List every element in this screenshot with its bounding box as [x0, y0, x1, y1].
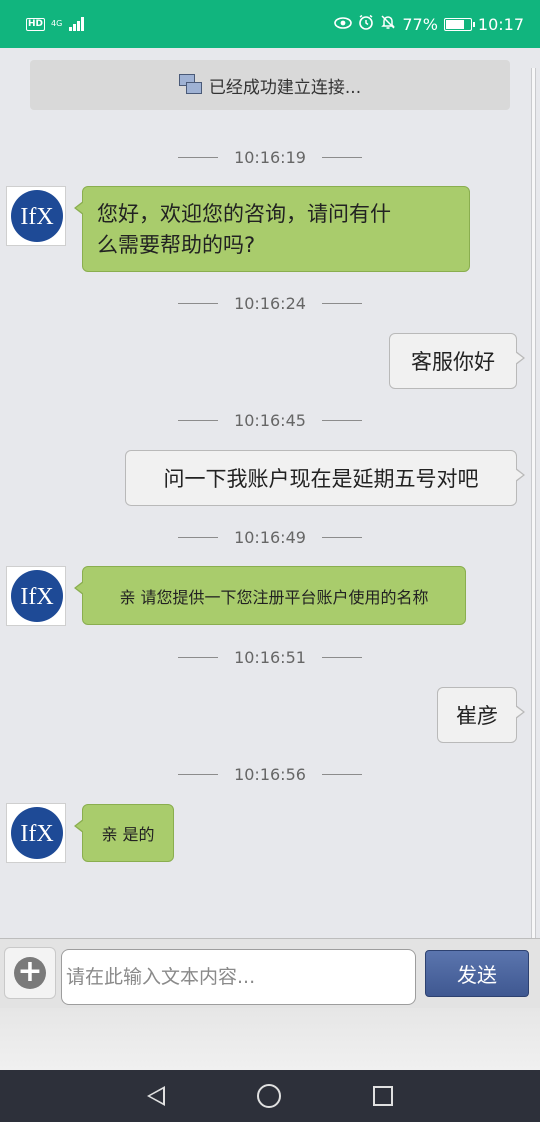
message-text: 崔彦 — [456, 704, 498, 728]
back-icon[interactable] — [147, 1086, 165, 1106]
message-timestamp: 10:16:24 — [0, 294, 540, 313]
battery-icon — [443, 17, 475, 31]
message-timestamp: 10:16:49 — [0, 528, 540, 547]
home-icon[interactable] — [257, 1084, 281, 1108]
keyboard-area — [0, 1008, 540, 1070]
connection-banner: 已经成功建立连接... — [30, 60, 510, 110]
agent-message-bubble[interactable]: 您好，欢迎您的咨询，请问有什 么需要帮助的吗? — [74, 186, 470, 272]
message-line: 么需要帮助的吗? — [97, 233, 256, 257]
user-message-bubble[interactable]: 问一下我账户现在是延期五号对吧 — [125, 450, 525, 506]
chat-area[interactable]: 已经成功建立连接... 10:16:19 IfX 您好，欢迎您的咨询，请问有什 … — [0, 48, 540, 938]
send-button[interactable]: 发送 — [425, 950, 529, 997]
status-bar: HD 4G 77% 10:17 — [0, 0, 540, 48]
agent-avatar[interactable]: IfX — [6, 186, 66, 246]
message-timestamp: 10:16:56 — [0, 765, 540, 784]
agent-avatar[interactable]: IfX — [6, 566, 66, 626]
message-timestamp: 10:16:45 — [0, 411, 540, 430]
agent-message-bubble[interactable]: 亲 请您提供一下您注册平台账户使用的名称 — [74, 566, 466, 625]
scrollbar[interactable] — [531, 68, 536, 938]
message-text: 问一下我账户现在是延期五号对吧 — [163, 467, 479, 491]
connection-icon — [178, 74, 203, 96]
connection-text: 已经成功建立连接... — [208, 77, 362, 98]
status-time: 10:17 — [477, 14, 524, 34]
ifx-logo-icon: IfX — [11, 807, 63, 859]
ifx-logo-icon: IfX — [11, 190, 63, 242]
agent-avatar[interactable]: IfX — [6, 803, 66, 863]
alarm-icon — [358, 14, 374, 34]
signal-icon — [69, 17, 85, 31]
message-timestamp: 10:16:51 — [0, 648, 540, 667]
ifx-logo-text: IfX — [20, 204, 53, 230]
message-line: 您好，欢迎您的咨询，请问有什 — [97, 202, 391, 226]
message-input[interactable] — [61, 949, 416, 1005]
user-message-bubble[interactable]: 客服你好 — [389, 333, 525, 389]
add-attachment-button[interactable]: + — [4, 947, 56, 999]
mute-bell-icon — [380, 14, 396, 34]
eye-icon — [334, 15, 353, 33]
system-nav-bar — [0, 1070, 540, 1122]
message-text: 客服你好 — [411, 350, 495, 374]
user-message-bubble[interactable]: 崔彦 — [437, 687, 525, 743]
status-left: HD 4G — [26, 17, 85, 31]
input-bar: + 发送 — [0, 938, 540, 1008]
plus-icon: + — [14, 957, 46, 989]
message-text: 亲 请您提供一下您注册平台账户使用的名称 — [119, 587, 429, 607]
ifx-logo-text: IfX — [20, 821, 53, 847]
ifx-logo-text: IfX — [20, 584, 53, 610]
network-type: 4G — [51, 19, 63, 28]
agent-message-bubble[interactable]: 亲 是的 — [74, 804, 174, 862]
message-timestamp: 10:16:19 — [0, 148, 540, 167]
recent-apps-icon[interactable] — [373, 1086, 393, 1106]
battery-percent: 77% — [402, 14, 438, 34]
hd-icon: HD — [26, 17, 46, 31]
ifx-logo-icon: IfX — [11, 570, 63, 622]
status-right: 77% 10:17 — [334, 14, 524, 34]
message-text: 亲 是的 — [101, 825, 155, 844]
